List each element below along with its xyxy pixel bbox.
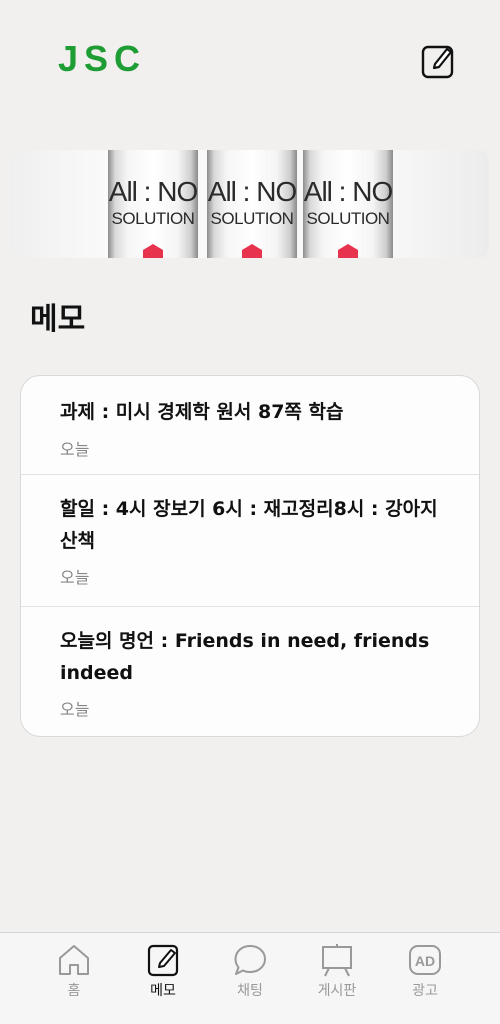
tab-label: 홈 <box>67 983 81 999</box>
product-drop-icon <box>242 244 262 258</box>
product-tube: All : NO SOLUTION <box>303 150 393 258</box>
edit-icon <box>421 45 454 79</box>
memo-item[interactable]: 할일 : 4시 장보기 6시 : 재고정리8시 : 강아지 산책 오늘 <box>21 474 479 606</box>
tab-chat[interactable]: 채팅 <box>215 943 285 1013</box>
memo-date: 오늘 <box>60 440 90 459</box>
tab-label: 채팅 <box>237 983 263 999</box>
home-icon <box>59 945 89 975</box>
product-brand-text: All : NO <box>207 176 297 207</box>
product-brand-text: All : NO <box>303 176 393 207</box>
bottom-tab-bar: 홈 메모 채팅 게시판 AD 광고 <box>0 932 500 1024</box>
product-drop-icon <box>338 244 358 258</box>
memo-date: 오늘 <box>60 700 90 719</box>
memo-list: 과제 : 미시 경제학 원서 87쪽 학습 오늘 할일 : 4시 장보기 6시 … <box>20 375 480 737</box>
product-subtitle-text: SOLUTION <box>210 209 294 228</box>
chat-icon <box>234 945 266 975</box>
memo-title: 오늘의 명언 : Friends in need, friends indeed <box>60 630 430 684</box>
product-subtitle-text: SOLUTION <box>306 209 390 228</box>
tab-board[interactable]: 게시판 <box>302 943 372 1013</box>
tab-label: 게시판 <box>317 983 357 999</box>
compose-memo-button[interactable] <box>420 42 456 80</box>
tab-label: 광고 <box>412 983 438 999</box>
product-tube: All : NO SOLUTION <box>108 150 198 258</box>
product-drop-icon <box>143 244 163 258</box>
product-tube: All : NO SOLUTION <box>207 150 297 258</box>
memo-item[interactable]: 오늘의 명언 : Friends in need, friends indeed… <box>21 606 479 736</box>
board-icon <box>322 944 352 977</box>
app-logo: JSC <box>58 38 147 79</box>
memo-icon <box>147 944 179 977</box>
svg-text:AD: AD <box>415 953 435 969</box>
ad-icon: AD <box>409 945 441 975</box>
memo-item[interactable]: 과제 : 미시 경제학 원서 87쪽 학습 오늘 <box>21 376 479 474</box>
product-subtitle-text: SOLUTION <box>111 209 195 228</box>
memo-title: 과제 : 미시 경제학 원서 87쪽 학습 <box>60 401 344 423</box>
tab-ad[interactable]: AD 광고 <box>390 943 460 1013</box>
tab-label: 메모 <box>150 983 176 999</box>
memo-date: 오늘 <box>60 568 90 587</box>
ad-banner[interactable]: All : NO SOLUTION All : NO SOLUTION All … <box>11 150 489 258</box>
tab-memo[interactable]: 메모 <box>128 943 198 1013</box>
tab-home[interactable]: 홈 <box>39 943 109 1013</box>
product-brand-text: All : NO <box>108 176 198 207</box>
memo-title: 할일 : 4시 장보기 6시 : 재고정리8시 : 강아지 산책 <box>60 498 438 552</box>
section-title: 메모 <box>30 302 86 337</box>
